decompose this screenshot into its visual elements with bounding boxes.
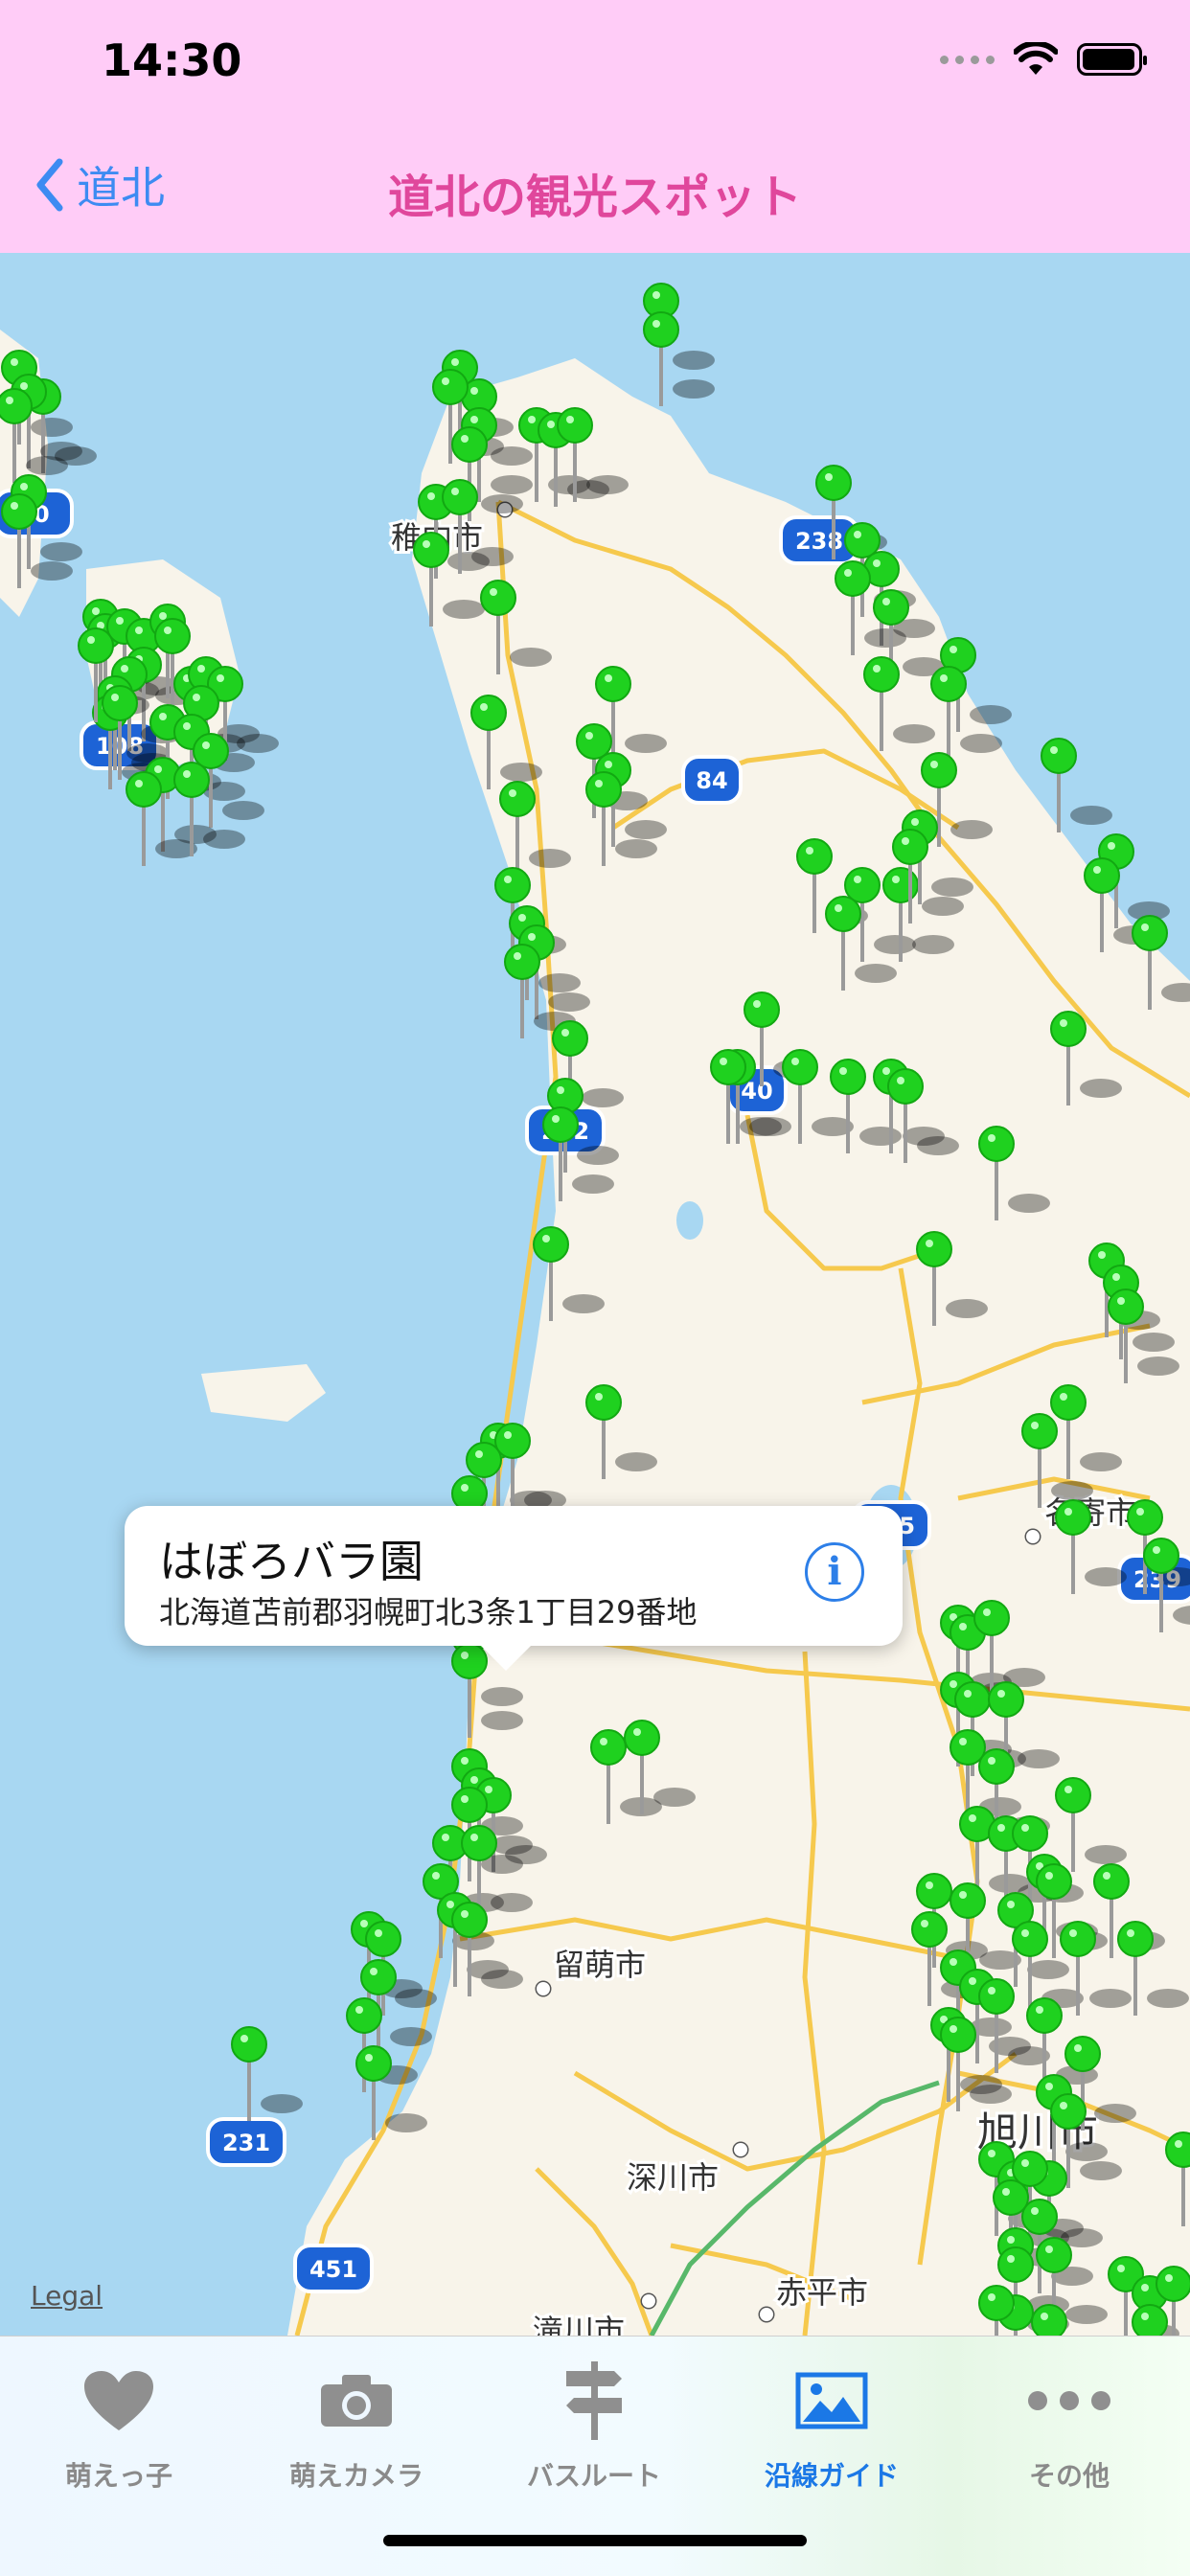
- status-icons: [940, 42, 1147, 77]
- map-view[interactable]: 238 84 40 232 108 275 231 451 239 40 稚内市…: [0, 253, 1190, 2336]
- home-indicator: [383, 2535, 807, 2546]
- tab-label: 萌えカメラ: [288, 2460, 423, 2492]
- tab-label: その他: [1028, 2460, 1110, 2492]
- map-pin[interactable]: [1041, 738, 1112, 832]
- tab-camera[interactable]: 萌えカメラ: [261, 2358, 452, 2494]
- camera-icon: [321, 2375, 392, 2427]
- legal-link[interactable]: Legal: [31, 2280, 103, 2312]
- callout-address: 北海道苫前郡羽幌町北3条1丁目29番地: [159, 1594, 698, 1630]
- shield-451: 451: [309, 2256, 357, 2283]
- map-canvas: 238 84 40 232 108 275 231 451 239 40 稚内市…: [0, 283, 1190, 2336]
- heart-icon: [84, 2371, 153, 2430]
- tab-bus-route[interactable]: バスルート: [498, 2358, 690, 2494]
- signal-icon: [940, 55, 995, 64]
- info-button[interactable]: i: [805, 1542, 864, 1602]
- wifi-icon: [1014, 42, 1058, 75]
- tab-label: 沿線ガイド: [764, 2460, 899, 2492]
- shield-238: 238: [795, 528, 843, 555]
- top-bar: 14:30 道北 道北の観光スポット: [0, 0, 1190, 253]
- shield-231: 231: [222, 2130, 270, 2156]
- tab-more[interactable]: その他: [973, 2358, 1165, 2494]
- callout-title: はぼろバラ園: [159, 1536, 423, 1587]
- photo-icon: [795, 2372, 868, 2429]
- tab-label: バスルート: [526, 2460, 661, 2492]
- tab-moekko[interactable]: 萌えっ子: [23, 2358, 215, 2494]
- signpost-icon: [566, 2361, 622, 2440]
- city-takikawa: 滝川市: [533, 2313, 625, 2336]
- map-callout[interactable]: はぼろバラ園 北海道苫前郡羽幌町北3条1丁目29番地 i: [125, 1506, 903, 1671]
- city-fukagawa: 深川市: [627, 2159, 719, 2196]
- tab-label: 萌えっ子: [64, 2460, 172, 2492]
- lake: [676, 1201, 703, 1240]
- shield-84: 84: [696, 767, 727, 794]
- status-time: 14:30: [102, 34, 242, 86]
- city-rumoi: 留萌市: [554, 1947, 646, 1983]
- page-title: 道北の観光スポット: [387, 171, 802, 224]
- more-icon: [1028, 2391, 1110, 2410]
- land-teuri: [201, 1364, 326, 1422]
- battery-icon: [1077, 43, 1147, 76]
- tab-route-guide[interactable]: 沿線ガイド: [736, 2358, 927, 2494]
- map-pin[interactable]: [231, 2026, 303, 2121]
- city-akabira: 赤平市: [776, 2274, 868, 2311]
